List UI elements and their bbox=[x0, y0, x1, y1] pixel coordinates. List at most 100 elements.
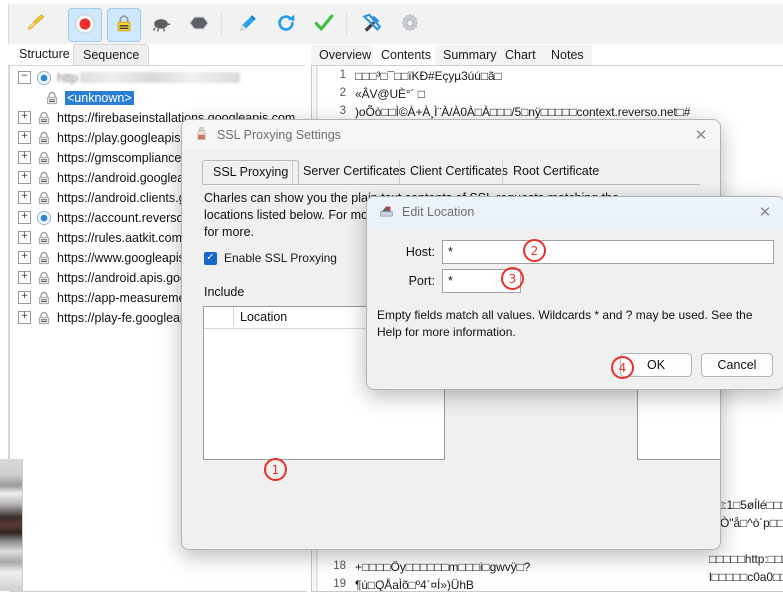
tree-row-item[interactable]: + https://www.googleapis. bbox=[18, 248, 188, 267]
tab-chart[interactable]: Chart bbox=[497, 45, 544, 66]
tab-notes[interactable]: Notes bbox=[543, 45, 592, 66]
tab-root-certificate-label: Root Certificate bbox=[513, 164, 600, 178]
tab-chart-label: Chart bbox=[505, 48, 536, 62]
expander-expand-icon[interactable]: + bbox=[18, 191, 31, 204]
throttle-button[interactable] bbox=[145, 8, 177, 40]
line-number: 2 bbox=[339, 87, 346, 99]
expander-expand-icon[interactable]: + bbox=[18, 271, 31, 284]
tab-root-certificate[interactable]: Root Certificate bbox=[502, 160, 609, 185]
tree-row-item[interactable]: + https://account.reverso.r bbox=[18, 208, 191, 227]
tree-root-prefix: http bbox=[57, 70, 78, 85]
toolbar-separator-2 bbox=[346, 12, 347, 36]
tree-row-item[interactable]: + https://play-fe.googleap bbox=[18, 308, 187, 327]
padlock-icon bbox=[113, 13, 135, 38]
expander-expand-icon[interactable]: + bbox=[18, 211, 31, 224]
line-text: □□□□□http:□□□□ bbox=[709, 552, 783, 566]
annotation-3-label: 3 bbox=[508, 271, 517, 286]
tree-row-item[interactable]: + https://android.googleap bbox=[18, 168, 191, 187]
tab-sequence-label: Sequence bbox=[83, 48, 140, 62]
hexagon-stop-icon bbox=[188, 12, 210, 37]
toolbar-left-edge bbox=[0, 4, 9, 44]
port-value: * bbox=[448, 274, 453, 288]
checkmark-icon bbox=[313, 12, 335, 37]
settings-button[interactable] bbox=[394, 8, 426, 40]
expander-expand-icon[interactable]: + bbox=[18, 291, 31, 304]
tree-root-blurred-host bbox=[79, 72, 240, 83]
pen-icon bbox=[237, 12, 259, 37]
lock-icon bbox=[44, 90, 60, 106]
close-icon: ✕ bbox=[694, 127, 708, 144]
tree-row-unknown-label: <unknown> bbox=[65, 90, 134, 105]
expander-expand-icon[interactable]: + bbox=[18, 171, 31, 184]
tab-contents[interactable]: Contents bbox=[373, 45, 440, 66]
tab-overview[interactable]: Overview bbox=[311, 45, 380, 66]
host-label: Host: bbox=[405, 245, 435, 259]
tab-server-certificates[interactable]: Server Certificates bbox=[292, 160, 416, 185]
lock-icon bbox=[36, 190, 52, 206]
expander-expand-icon[interactable]: + bbox=[18, 111, 31, 124]
validate-button[interactable] bbox=[308, 8, 340, 40]
expander-expand-icon[interactable]: + bbox=[18, 231, 31, 244]
include-list-header-corner bbox=[204, 307, 234, 327]
breakpoints-button[interactable] bbox=[183, 8, 215, 40]
tree-item-label: https://android.googleap bbox=[57, 170, 192, 185]
charles-proxy-window: Structure Sequence − http <unknown> + ht… bbox=[0, 0, 783, 592]
line-text: □□□³□¯□□ïKÐ#Eçyµ3úú□ã□ bbox=[355, 69, 502, 83]
compose-button[interactable] bbox=[232, 8, 264, 40]
tools-button[interactable] bbox=[356, 8, 388, 40]
globe-icon bbox=[36, 210, 52, 226]
expander-expand-icon[interactable]: + bbox=[18, 151, 31, 164]
edit-ok-label: OK bbox=[646, 358, 666, 372]
location-edit-icon bbox=[379, 203, 394, 221]
ssl-dialog-titlebar: SSL Proxying Settings bbox=[182, 120, 720, 150]
tree-item-label: https://gmscompliance- bbox=[57, 150, 186, 165]
tab-structure-label: Structure bbox=[19, 47, 70, 61]
lock-icon bbox=[36, 170, 52, 186]
annotation-2-label: 2 bbox=[530, 243, 539, 258]
tree-item-label: https://play.googleapis.c bbox=[57, 130, 191, 145]
clear-session-button[interactable] bbox=[20, 8, 52, 40]
edit-dialog-titlebar: Edit Location bbox=[367, 197, 783, 227]
enable-ssl-proxying-checkbox[interactable]: ✓ Enable SSL Proxying bbox=[204, 251, 337, 265]
line-number: 3 bbox=[339, 105, 346, 117]
ssl-dialog-close-icon[interactable]: ✕ bbox=[690, 125, 712, 145]
tab-client-certificates-label: Client Certificates bbox=[410, 164, 508, 178]
expander-collapse-icon[interactable]: − bbox=[18, 71, 31, 84]
tab-ssl-proxying[interactable]: SSL Proxying bbox=[202, 160, 300, 185]
refresh-arrow-icon bbox=[275, 12, 297, 37]
annotation-marker-2: 2 bbox=[523, 239, 546, 262]
main-toolbar bbox=[0, 4, 783, 45]
ssl-proxying-button[interactable] bbox=[107, 8, 141, 42]
line-number: 1 bbox=[339, 69, 346, 81]
expander-expand-icon[interactable]: + bbox=[18, 311, 31, 324]
right-tab-bar: Overview Contents Summary Chart Notes bbox=[311, 44, 783, 66]
hammer-wrench-icon bbox=[361, 12, 383, 37]
tab-ssl-proxying-label: SSL Proxying bbox=[213, 165, 289, 179]
line-text: «ÂV@UÈ°´ □ bbox=[355, 87, 425, 101]
tree-row-item[interactable]: + https://play.googleapis.c bbox=[18, 128, 190, 147]
tree-row-root[interactable]: − http bbox=[18, 68, 240, 87]
host-field[interactable]: * bbox=[442, 240, 774, 264]
tab-summary[interactable]: Summary bbox=[435, 45, 505, 66]
charles-bottle-icon bbox=[194, 126, 209, 144]
edit-dialog-close-icon[interactable]: ✕ bbox=[754, 202, 776, 222]
record-button[interactable] bbox=[68, 8, 102, 42]
expander-expand-icon[interactable]: + bbox=[18, 251, 31, 264]
tab-sequence[interactable]: Sequence bbox=[73, 44, 150, 66]
tab-structure[interactable]: Structure bbox=[10, 44, 79, 66]
repeat-button[interactable] bbox=[270, 8, 302, 40]
tab-client-certificates[interactable]: Client Certificates bbox=[399, 160, 518, 185]
tree-row-item[interactable]: + https://gmscompliance- bbox=[18, 148, 186, 167]
edit-cancel-button[interactable]: Cancel bbox=[701, 353, 773, 377]
edit-cancel-label: Cancel bbox=[717, 358, 757, 372]
tree-row-item[interactable]: + https://android.clients.g bbox=[18, 188, 186, 207]
tree-row-item[interactable]: + https://android.apis.goo bbox=[18, 268, 187, 287]
annotation-1-label: 1 bbox=[271, 462, 280, 477]
expander-expand-icon[interactable]: + bbox=[18, 131, 31, 144]
tree-item-label: https://play-fe.googleap bbox=[57, 310, 187, 325]
port-label: Port: bbox=[408, 274, 435, 288]
edit-dialog-title: Edit Location bbox=[402, 205, 475, 219]
tree-row-item[interactable]: + https://app-measuremer bbox=[18, 288, 190, 307]
tree-row-unknown[interactable]: <unknown> bbox=[44, 88, 134, 107]
tree-row-item[interactable]: + https://rules.aatkit.com bbox=[18, 228, 182, 247]
